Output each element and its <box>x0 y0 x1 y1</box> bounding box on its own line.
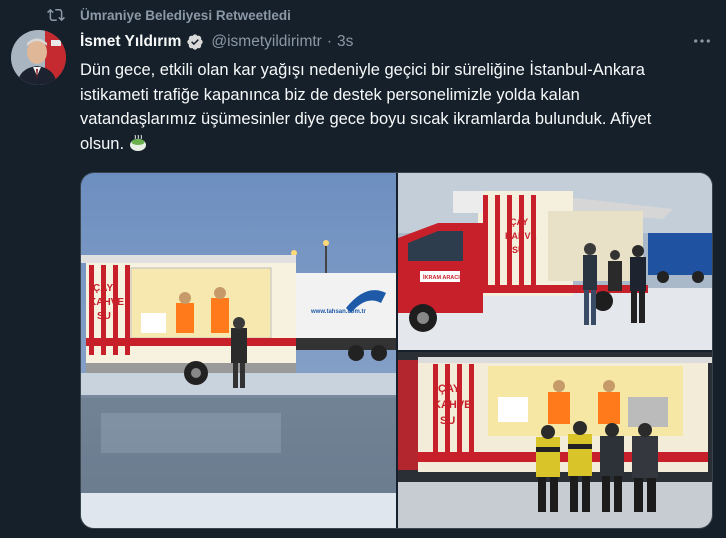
author-name[interactable]: İsmet Yıldırım <box>80 33 181 51</box>
more-options-icon[interactable] <box>692 34 712 48</box>
retweet-context: Ümraniye Belediyesi Retweetledi <box>46 6 291 24</box>
tweet-header: İsmet Yıldırım @ismetyildirimtr · 3s <box>80 32 353 52</box>
retweet-label[interactable]: Ümraniye Belediyesi Retweetledi <box>80 8 291 23</box>
truck3-text-coffee: KAHVE <box>433 399 472 411</box>
trailer-text: www.tahsan.com.tr <box>310 309 366 315</box>
truck-text-tea: ÇAY <box>93 283 114 294</box>
tweet-text: Dün gece, etkili olan kar yağışı nedeniy… <box>80 58 680 156</box>
truck3-text-tea: ÇAY <box>438 383 461 395</box>
truck2-text-water: SU <box>512 245 525 255</box>
truck-text-coffee: KAHVE <box>89 297 124 308</box>
separator-dot: · <box>326 33 332 50</box>
truck2-text-tea: ÇAY <box>510 217 528 227</box>
truck3-text-water: SU <box>440 415 455 427</box>
truck2-text-coffee: KAHVE <box>505 231 537 241</box>
tweet-body: Dün gece, etkili olan kar yağışı nedeniy… <box>80 61 656 153</box>
photo-catering-truck-night[interactable]: www.tahsan.com.tr ÇAY KAHVE SU <box>81 173 396 528</box>
truck-text-water: SU <box>97 311 111 322</box>
retweet-icon <box>46 6 66 24</box>
author-handle[interactable]: @ismetyildirimtr <box>211 33 321 51</box>
tweet-time[interactable]: 3s <box>337 33 353 51</box>
verified-badge-icon <box>186 33 204 51</box>
photo-catering-truck-day[interactable]: ÇAY KAHVE SU İKRAM ARACI <box>398 173 712 350</box>
tweet-card[interactable]: Ümraniye Belediyesi Retweetledi İsmet Yı… <box>0 0 726 538</box>
photo-staff-group[interactable]: ÇAY KAHVE SU <box>398 352 712 528</box>
hot-beverage-emoji-icon <box>129 134 147 152</box>
media-grid: www.tahsan.com.tr ÇAY KAHVE SU ÇAY KAHVE… <box>80 172 713 529</box>
ikram-araci-badge: İKRAM ARACI <box>423 274 460 281</box>
profile-avatar[interactable] <box>11 30 66 85</box>
